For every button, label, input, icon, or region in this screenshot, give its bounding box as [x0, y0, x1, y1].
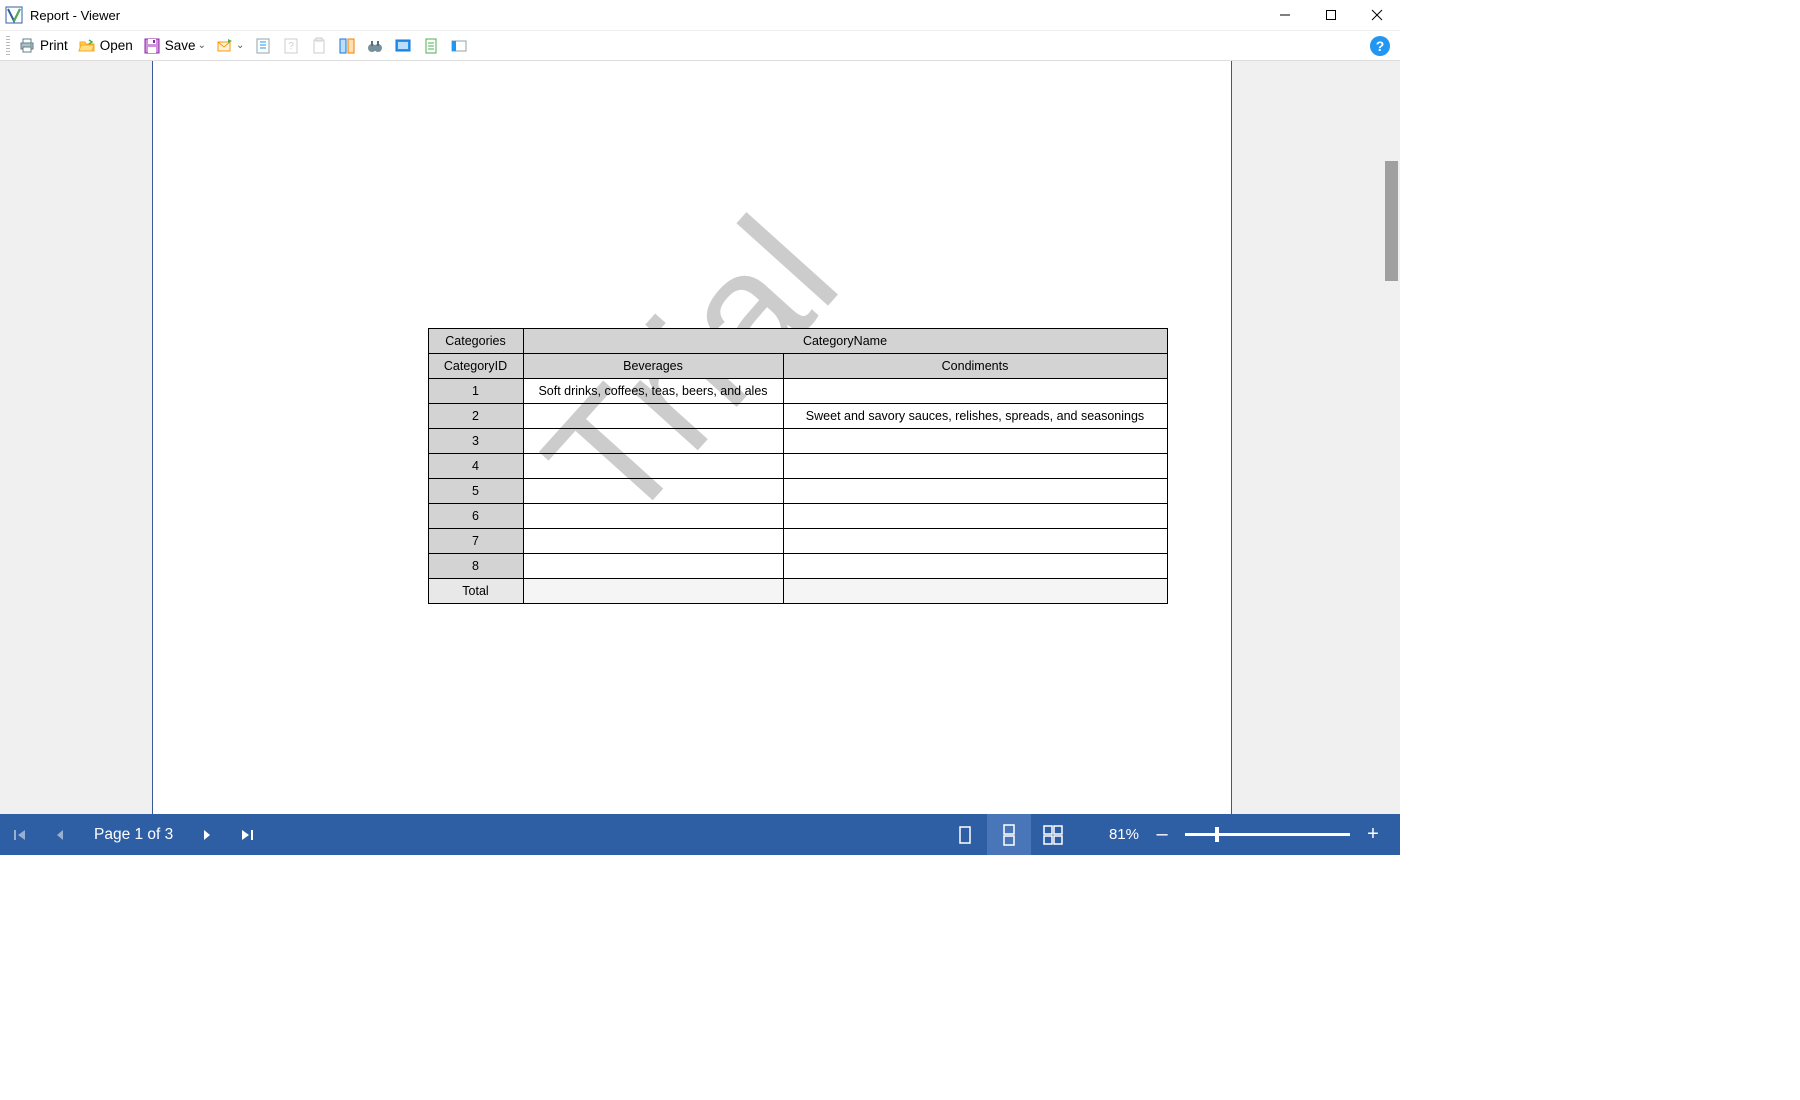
open-label: Open — [100, 38, 133, 53]
save-button[interactable]: Save⌄ — [139, 33, 210, 59]
corner-top: Categories — [428, 329, 523, 354]
status-bar: Page 1 of 3 81% – + — [0, 814, 1400, 855]
print-label: Print — [40, 38, 68, 53]
binoculars-icon — [366, 37, 384, 55]
continuous-view-button[interactable] — [987, 814, 1031, 855]
app-icon — [4, 5, 24, 25]
open-button[interactable]: Open — [74, 33, 137, 59]
chevron-down-icon: ⌄ — [236, 40, 244, 51]
viewer-area: Trial Categories CategoryName CategoryID… — [0, 61, 1400, 814]
multi-page-view-button[interactable] — [1031, 814, 1075, 855]
find-button[interactable] — [362, 33, 388, 59]
window-title: Report - Viewer — [30, 8, 1262, 23]
zoom-slider-handle[interactable] — [1215, 827, 1219, 842]
table-row: 8 — [428, 554, 1167, 579]
toolbar-grip — [6, 36, 10, 56]
next-page-button[interactable] — [187, 814, 227, 855]
printer-icon — [18, 37, 36, 55]
zoom-in-button[interactable]: + — [1364, 823, 1382, 846]
print-button[interactable]: Print — [14, 33, 72, 59]
view-mode-group — [943, 814, 1075, 855]
screen-icon — [394, 37, 412, 55]
zoom-slider[interactable] — [1185, 833, 1350, 836]
table-row: 2Sweet and savory sauces, relishes, spre… — [428, 404, 1167, 429]
save-label: Save — [165, 38, 196, 53]
vertical-scrollbar[interactable] — [1383, 61, 1400, 814]
table-total-row: Total — [428, 579, 1167, 604]
report-page: Trial Categories CategoryName CategoryID… — [152, 61, 1232, 814]
save-icon — [143, 37, 161, 55]
close-button[interactable] — [1354, 0, 1400, 30]
page-icon — [422, 37, 440, 55]
parameters-button[interactable]: ? — [278, 33, 304, 59]
zoom-page-button[interactable] — [418, 33, 444, 59]
zoom-percent: 81% — [1093, 826, 1139, 843]
scroll-thumb[interactable] — [1385, 161, 1398, 281]
svg-text:?: ? — [289, 41, 295, 52]
clipboard-icon — [310, 37, 328, 55]
col-header-1: Beverages — [523, 354, 783, 379]
chevron-down-icon: ⌄ — [198, 40, 206, 51]
send-email-button[interactable]: ⌄ — [212, 33, 248, 59]
full-screen-button[interactable] — [390, 33, 416, 59]
folder-open-icon — [78, 37, 96, 55]
first-page-button[interactable] — [0, 814, 40, 855]
parameters-icon: ? — [282, 37, 300, 55]
toolbar: Print Open Save⌄ ⌄ ? ? — [0, 30, 1400, 61]
col-header-2: Condiments — [783, 354, 1167, 379]
table-row: 3 — [428, 429, 1167, 454]
single-page-view-button[interactable] — [943, 814, 987, 855]
editor-icon — [450, 37, 468, 55]
prev-page-button[interactable] — [40, 814, 80, 855]
zoom-controls: 81% – + — [1075, 823, 1400, 846]
minimize-button[interactable] — [1262, 0, 1308, 30]
help-icon: ? — [1370, 36, 1390, 56]
table-row: 4 — [428, 454, 1167, 479]
zoom-out-button[interactable]: – — [1153, 823, 1171, 846]
last-page-button[interactable] — [227, 814, 267, 855]
help-button[interactable]: ? — [1366, 33, 1394, 59]
page-indicator: Page 1 of 3 — [80, 826, 187, 844]
table-row: 5 — [428, 479, 1167, 504]
resources-button[interactable] — [306, 33, 332, 59]
thumbnails-icon — [338, 37, 356, 55]
mail-icon — [216, 37, 234, 55]
maximize-button[interactable] — [1308, 0, 1354, 30]
table-row: 1Soft drinks, coffees, teas, beers, and … — [428, 379, 1167, 404]
table-row: 7 — [428, 529, 1167, 554]
bookmarks-button[interactable] — [250, 33, 276, 59]
super-header: CategoryName — [523, 329, 1167, 354]
bookmarks-icon — [254, 37, 272, 55]
corner-bottom: CategoryID — [428, 354, 523, 379]
table-row: 6 — [428, 504, 1167, 529]
thumbnails-button[interactable] — [334, 33, 360, 59]
report-table: Categories CategoryName CategoryID Bever… — [428, 328, 1168, 604]
editor-button[interactable] — [446, 33, 472, 59]
title-bar: Report - Viewer — [0, 0, 1400, 30]
